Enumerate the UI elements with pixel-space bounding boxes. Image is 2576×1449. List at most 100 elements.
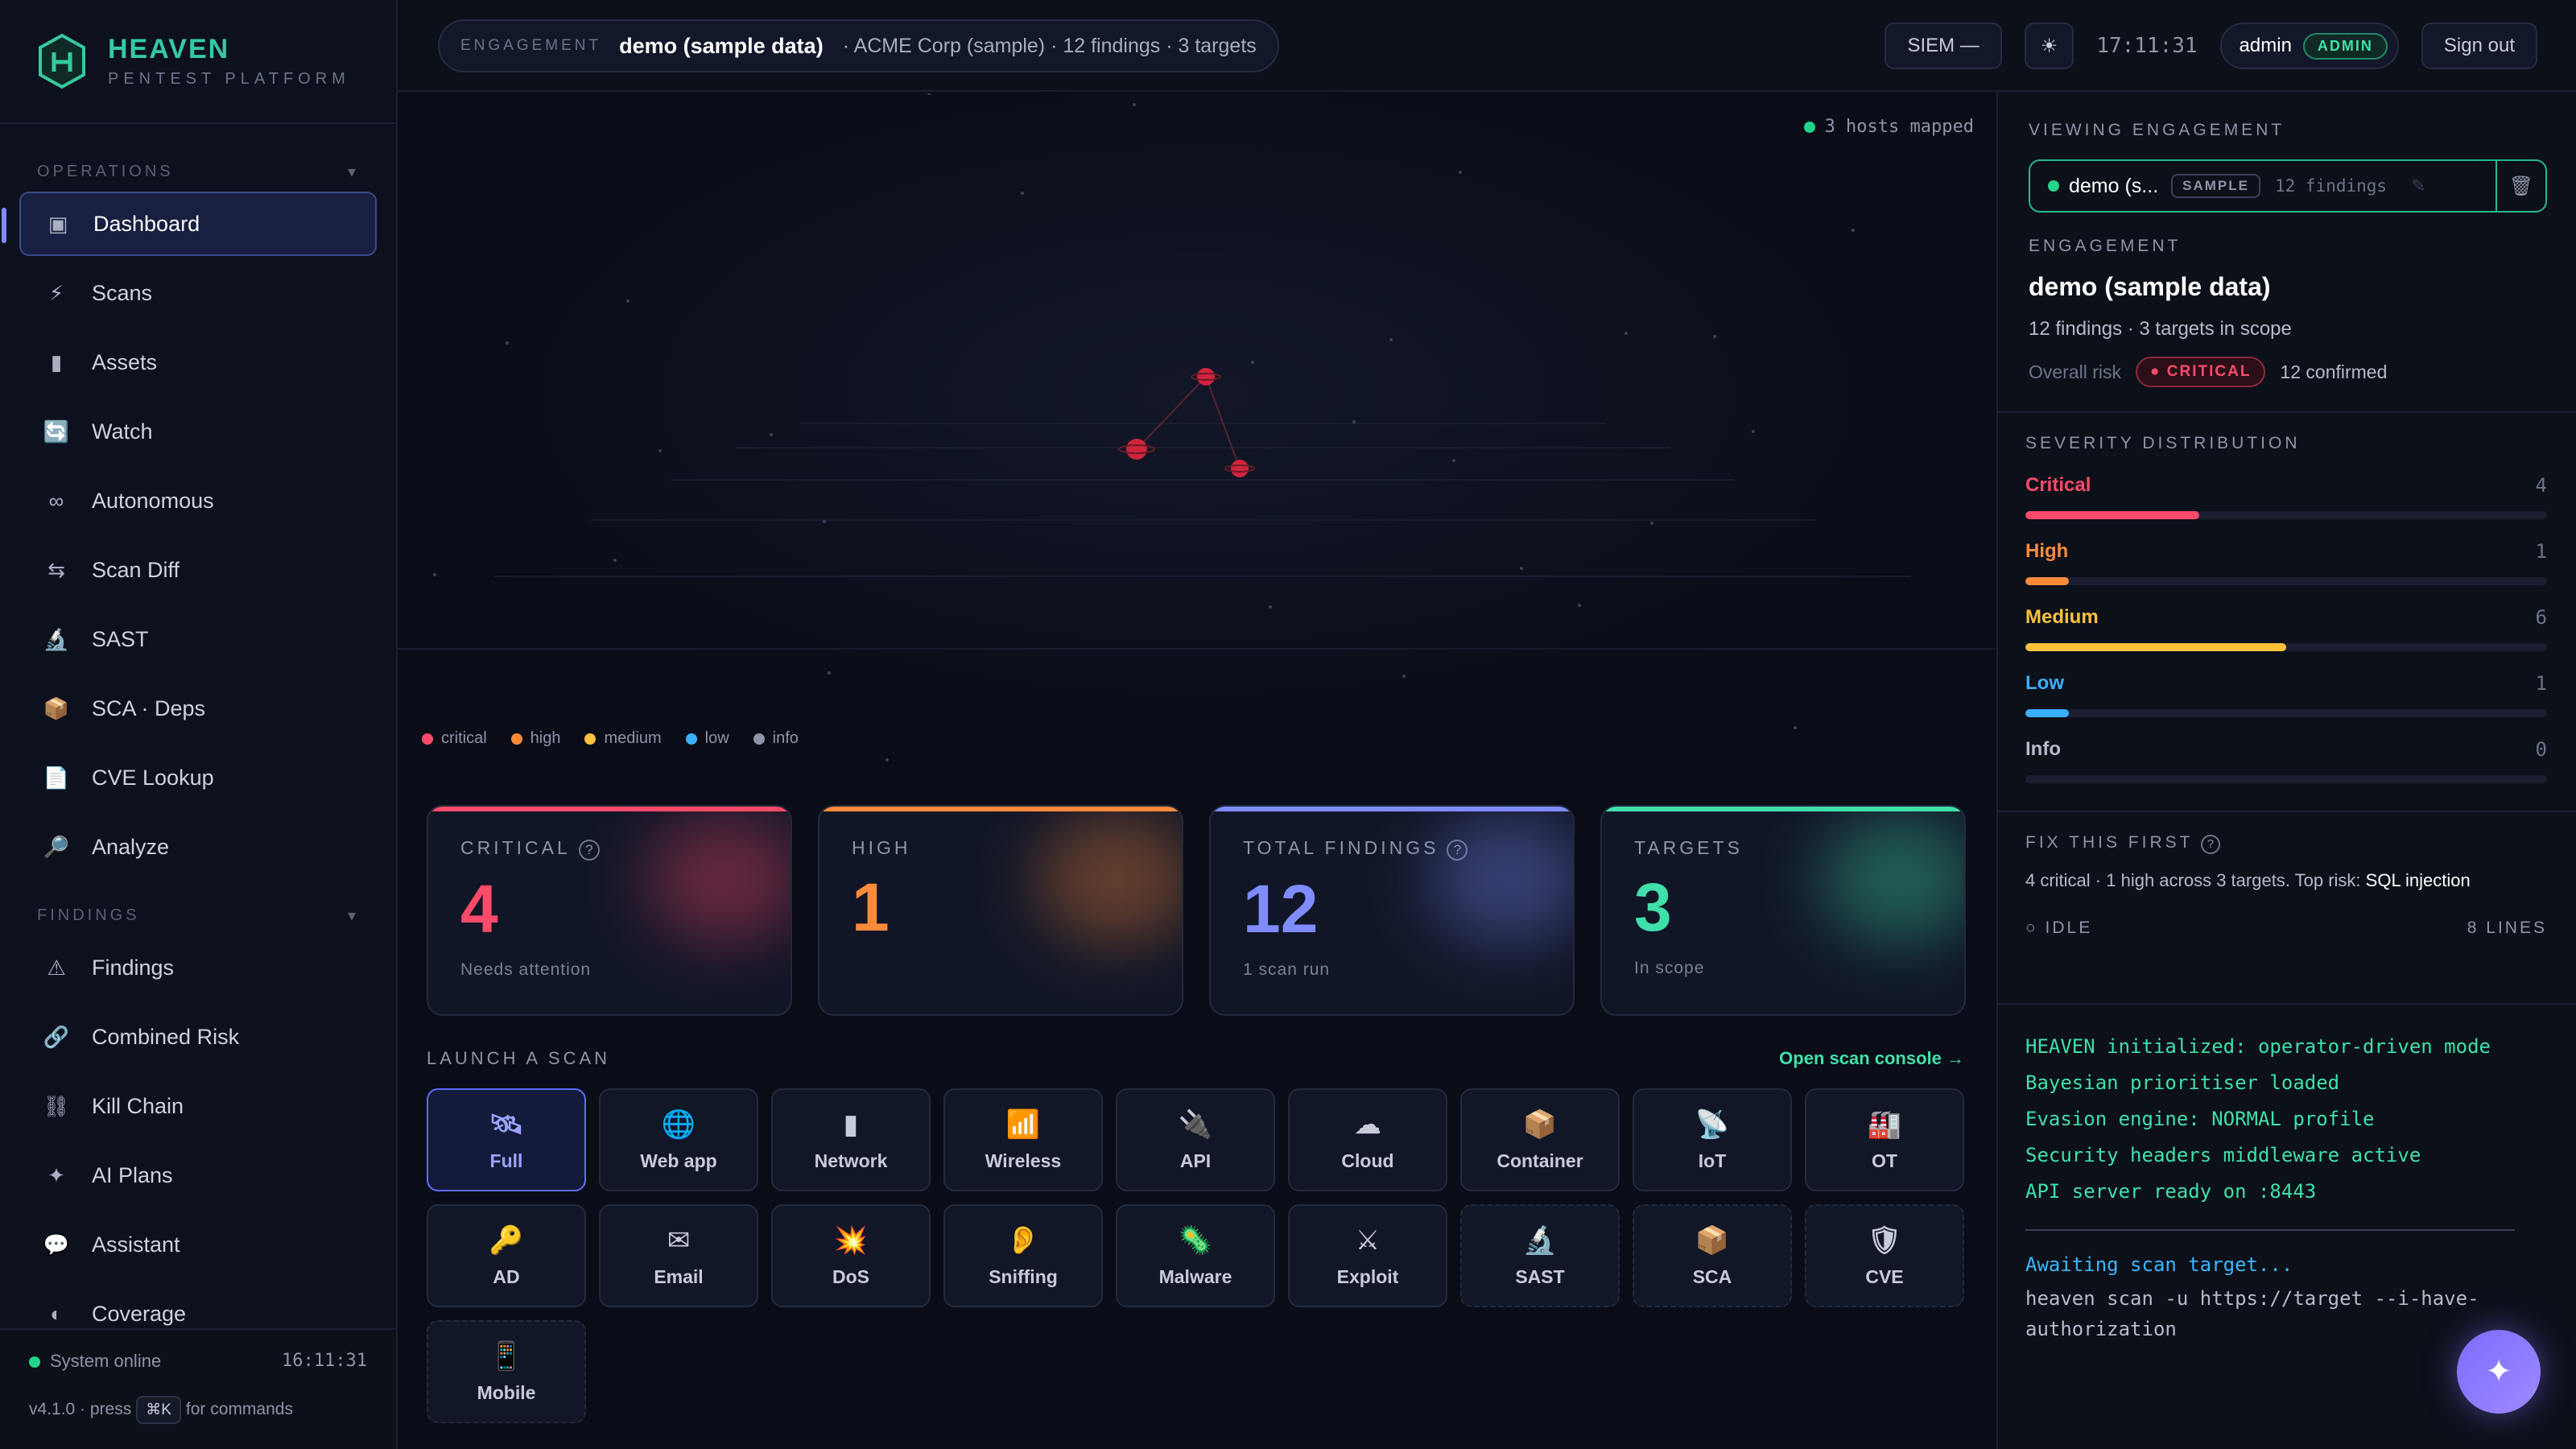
- line-count: 8 LINES: [2467, 919, 2547, 937]
- sidebar-item-analyze[interactable]: 🔎 Analyze: [19, 815, 377, 879]
- section-operations[interactable]: OPERATIONS ▾: [0, 156, 396, 187]
- scan-tile-cve[interactable]: 🛡 CVE: [1805, 1204, 1964, 1307]
- severity-row-low[interactable]: Low 1: [2025, 672, 2547, 717]
- launch-title: LAUNCH A SCAN: [427, 1048, 611, 1068]
- fix-summary: 4 critical · 1 high across 3 targets. To…: [2025, 870, 2547, 891]
- sidebar-item-assets[interactable]: ▮ Assets: [19, 330, 377, 394]
- status-dot-icon: [1803, 122, 1815, 134]
- stat-card-targets[interactable]: TARGETS 3 In scope: [1600, 805, 1966, 1016]
- host-node[interactable]: [1224, 460, 1255, 477]
- host-node[interactable]: [1118, 439, 1155, 460]
- viewing-engagement-selector[interactable]: demo (s... SAMPLE 12 findings ✎ 🗑: [2029, 159, 2547, 213]
- assistant-fab-icon[interactable]: ✦: [2457, 1330, 2541, 1414]
- user-menu[interactable]: admin ADMIN: [2219, 23, 2399, 69]
- scan-tile-label: AD: [493, 1265, 520, 1287]
- fix-text: 4 critical · 1 high across 3 targets. To…: [2025, 870, 2361, 890]
- severity-row-high[interactable]: High 1: [2025, 540, 2547, 585]
- sidebar-item-scan-diff[interactable]: ⇆ Scan Diff: [19, 538, 377, 602]
- siem-button[interactable]: SIEM —: [1885, 23, 2002, 69]
- sidebar: HEAVEN PENTEST PLATFORM OPERATIONS ▾ ▣ Das…: [0, 0, 398, 1449]
- severity-row-critical[interactable]: Critical 4: [2025, 474, 2547, 519]
- host-node[interactable]: [1191, 368, 1221, 386]
- severity-count: 4: [2535, 474, 2547, 497]
- scan-tile-email[interactable]: ✉ Email: [599, 1204, 758, 1307]
- scan-tile-label: SCA: [1692, 1265, 1732, 1287]
- sign-out-button[interactable]: Sign out: [2421, 23, 2537, 69]
- brand[interactable]: HEAVEN PENTEST PLATFORM: [0, 0, 396, 124]
- scan-tile-label: Wireless: [985, 1150, 1062, 1171]
- stat-card-critical[interactable]: CRITICAL? 4 Needs attention: [427, 805, 792, 1016]
- scan-tile-malware[interactable]: 🦠 Malware: [1116, 1204, 1275, 1307]
- scan-tile-cloud[interactable]: ☁ Cloud: [1288, 1088, 1447, 1191]
- severity-name: Critical: [2025, 474, 2091, 496]
- scan-tile-sca[interactable]: 📦 SCA: [1633, 1204, 1792, 1307]
- open-scan-console-link[interactable]: Open scan console →: [1779, 1048, 1964, 1069]
- scan-tile-full[interactable]: 🛰 Full: [427, 1088, 586, 1191]
- console-line: Bayesian prioritiser loaded: [2025, 1071, 2340, 1094]
- shortcut-key[interactable]: ⌘K: [136, 1396, 181, 1424]
- console-line: Evasion engine: NORMAL profile: [2025, 1108, 2375, 1130]
- sidebar-item-autonomous[interactable]: ∞ Autonomous: [19, 469, 377, 533]
- sidebar-item-scans[interactable]: ⚡ Scans: [19, 261, 377, 325]
- scan-tile-sniffing[interactable]: 👂 Sniffing: [943, 1204, 1103, 1307]
- stat-card-high[interactable]: HIGH 1: [818, 805, 1183, 1016]
- scan-tile-wireless[interactable]: 📶 Wireless: [943, 1088, 1103, 1191]
- scan-tile-ad[interactable]: 🔑 AD: [427, 1204, 586, 1307]
- theme-toggle-icon[interactable]: ☀: [2024, 23, 2074, 69]
- scan-tile-ot[interactable]: 🏭 OT: [1805, 1088, 1964, 1191]
- sidebar-item-label: AI Plans: [92, 1162, 173, 1187]
- scan-tile-network[interactable]: ▮ Network: [771, 1088, 931, 1191]
- scan-tile-api[interactable]: 🔌 API: [1116, 1088, 1275, 1191]
- sidebar-item-watch[interactable]: 🔄 Watch: [19, 399, 377, 464]
- scan-tile-label: Container: [1496, 1150, 1583, 1171]
- viewing-name: demo (s...: [2069, 174, 2159, 197]
- scan-tile-dos[interactable]: 💥 DoS: [771, 1204, 931, 1307]
- help-icon[interactable]: ?: [2200, 835, 2220, 854]
- sidebar-item-assistant[interactable]: 💬 Assistant: [19, 1212, 377, 1277]
- scan-tile-mobile[interactable]: 📱 Mobile: [427, 1320, 586, 1423]
- nav-icon: ⛓: [43, 1093, 70, 1118]
- sidebar-item-cve-lookup[interactable]: 📄 CVE Lookup: [19, 745, 377, 810]
- sidebar-item-label: Combined Risk: [92, 1024, 240, 1049]
- sidebar-item-label: Scans: [92, 280, 153, 305]
- sidebar-item-dashboard[interactable]: ▣ Dashboard: [2, 192, 377, 256]
- console-output[interactable]: HEAVEN initialized: operator-driven mode…: [1998, 1003, 2576, 1368]
- hosts-mapped-text: 3 hosts mapped: [1824, 117, 1974, 137]
- sidebar-item-sca-deps[interactable]: 📦 SCA · Deps: [19, 676, 377, 741]
- scan-tile-container[interactable]: 📦 Container: [1460, 1088, 1620, 1191]
- help-icon[interactable]: ?: [578, 840, 600, 861]
- scan-tile-iot[interactable]: 📡 IoT: [1633, 1088, 1792, 1191]
- stat-card-total-findings[interactable]: TOTAL FINDINGS? 12 1 scan run: [1209, 805, 1575, 1016]
- severity-row-medium[interactable]: Medium 6: [2025, 606, 2547, 651]
- await-line: Awaiting scan target...: [2025, 1253, 2293, 1276]
- sidebar-item-kill-chain[interactable]: ⛓ Kill Chain: [19, 1074, 377, 1138]
- scan-tile-web-app[interactable]: 🌐 Web app: [599, 1088, 758, 1191]
- top-risk[interactable]: SQL injection: [2366, 870, 2471, 890]
- engagement-selector[interactable]: ENGAGEMENT demo (sample data) · ACME Cor…: [438, 19, 1279, 72]
- edit-icon[interactable]: ✎: [2411, 175, 2443, 196]
- card-label-text: TOTAL FINDINGS: [1243, 837, 1439, 858]
- fix-label-text: FIX THIS FIRST: [2025, 833, 2194, 852]
- collapse-icon[interactable]: ▾: [348, 906, 359, 926]
- overall-risk: Overall risk ● CRITICAL 12 confirmed: [2029, 357, 2545, 387]
- severity-count: 1: [2535, 672, 2547, 695]
- sidebar-item-ai-plans[interactable]: ✦ AI Plans: [19, 1143, 377, 1208]
- severity-row-info[interactable]: Info 0: [2025, 738, 2547, 783]
- host-map[interactable]: 3 hosts mapped critical high medium low info: [398, 93, 1996, 762]
- scan-tile-label: API: [1179, 1150, 1212, 1171]
- risk-badge: ● CRITICAL: [2136, 357, 2266, 387]
- sidebar-item-findings[interactable]: ⚠ Findings: [19, 935, 377, 1000]
- scan-tile-label: SAST: [1515, 1265, 1565, 1287]
- card-label-text: TARGETS: [1634, 837, 1743, 858]
- severity-bar-fill: [2025, 577, 2069, 585]
- scan-tile-sast[interactable]: 🔬 SAST: [1460, 1204, 1620, 1307]
- collapse-icon[interactable]: ▾: [348, 162, 359, 182]
- scan-tile-exploit[interactable]: ⚔ Exploit: [1288, 1204, 1447, 1307]
- brand-sub: PENTEST PLATFORM: [108, 70, 350, 88]
- trash-icon[interactable]: 🗑: [2496, 161, 2545, 211]
- viewing-section: VIEWING ENGAGEMENT: [1998, 92, 2576, 140]
- sidebar-item-label: Findings: [92, 955, 175, 980]
- section-findings[interactable]: FINDINGS ▾: [0, 900, 396, 931]
- sidebar-item-combined-risk[interactable]: 🔗 Combined Risk: [19, 1005, 377, 1069]
- sidebar-item-sast[interactable]: 🔬 SAST: [19, 607, 377, 671]
